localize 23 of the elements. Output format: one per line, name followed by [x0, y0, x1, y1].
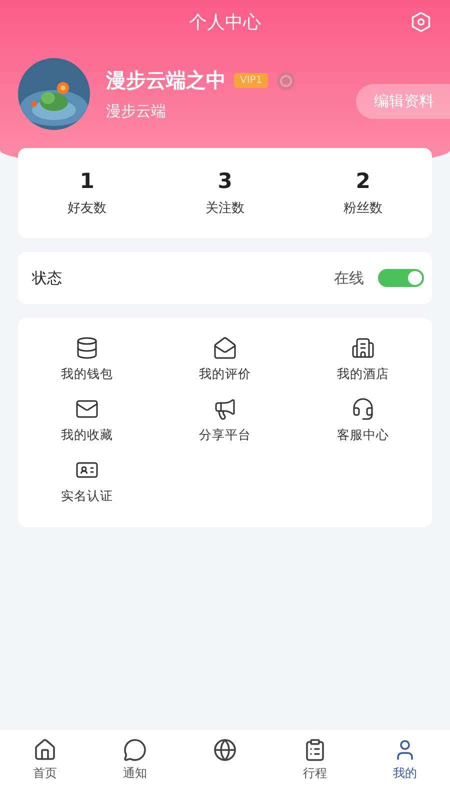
stat-value: 2 — [356, 169, 370, 193]
menu-label[interactable]: 我的酒店 — [337, 366, 389, 383]
menu-label[interactable]: 实名认证 — [61, 488, 113, 505]
menu-label[interactable]: 我的收藏 — [61, 427, 113, 444]
tab-label[interactable]: 通知 — [123, 765, 147, 782]
stat-label: 好友数 — [68, 200, 106, 217]
stat-value: 1 — [80, 169, 94, 193]
user-name: 漫步云端之中 — [106, 67, 226, 94]
menu-label[interactable]: 我的钱包 — [61, 366, 113, 383]
tab-label[interactable]: 行程 — [303, 765, 327, 782]
page-title: 个人中心 — [189, 11, 261, 34]
vip-badge: VIP1 — [234, 73, 268, 88]
menu-label[interactable]: 我的评价 — [199, 366, 251, 383]
menu-label[interactable]: 分享平台 — [199, 427, 251, 444]
status-label: 状态 — [32, 268, 62, 288]
stat-label: 粉丝数 — [344, 200, 382, 217]
stat-value: 3 — [218, 169, 232, 193]
menu-label[interactable]: 客服中心 — [337, 427, 389, 444]
status-value: 在线 — [334, 268, 364, 288]
tab-label[interactable]: 首页 — [33, 765, 57, 782]
nickname: 漫步云端 — [106, 102, 167, 121]
tab-label[interactable]: 我的 — [393, 765, 417, 782]
stat-label: 关注数 — [206, 200, 244, 217]
